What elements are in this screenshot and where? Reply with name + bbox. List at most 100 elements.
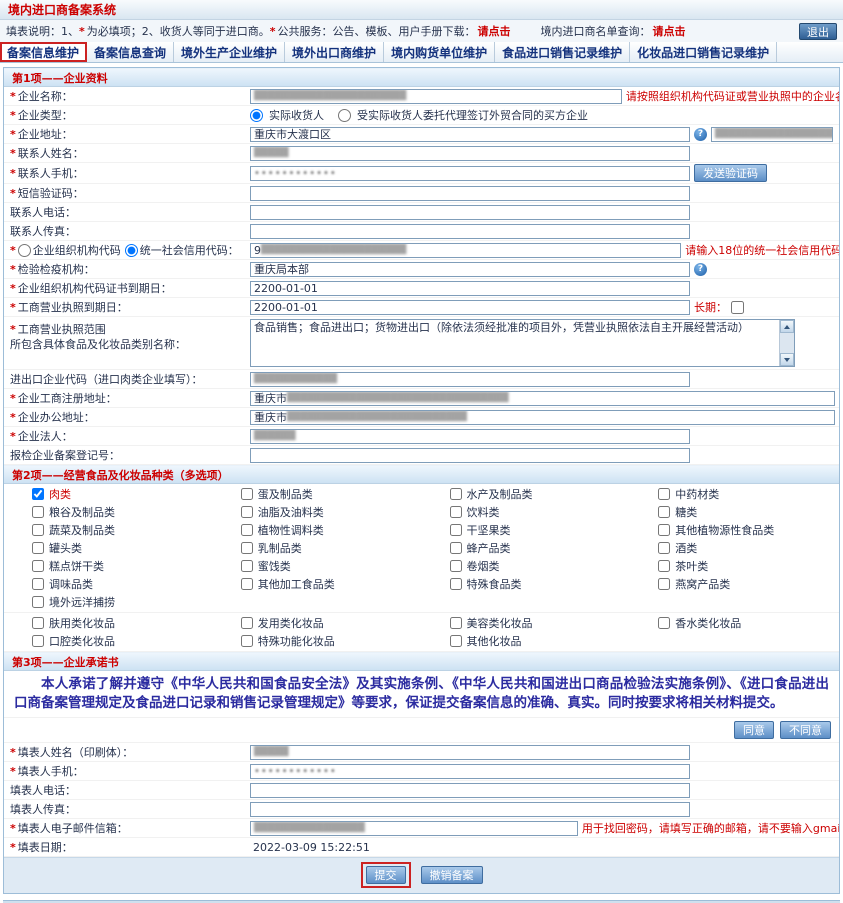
filing-reg-no-input[interactable] (250, 448, 690, 463)
cosmetic-category-item[interactable]: 特殊功能化妆品 (213, 632, 422, 650)
category-checkbox[interactable] (32, 578, 44, 590)
submit-button[interactable]: 提交 (366, 866, 406, 884)
category-checkbox[interactable] (658, 488, 670, 500)
food-category-item[interactable]: 蔬菜及制品类 (4, 521, 213, 539)
food-category-item[interactable]: 粮谷及制品类 (4, 503, 213, 521)
send-sms-code-button[interactable]: 发送验证码 (694, 164, 767, 182)
contact-phone-input[interactable] (250, 205, 690, 220)
disagree-button[interactable]: 不同意 (780, 721, 831, 739)
food-category-item[interactable]: 干坚果类 (422, 521, 631, 539)
category-checkbox[interactable] (450, 635, 462, 647)
category-checkbox[interactable] (450, 617, 462, 629)
category-checkbox[interactable] (241, 488, 253, 500)
office-address-input[interactable]: 重庆市██████████████████████████ (250, 410, 835, 425)
tab-item[interactable]: 境内购货单位维护 (384, 42, 495, 62)
category-checkbox[interactable] (32, 488, 44, 500)
contact-fax-input[interactable] (250, 224, 690, 239)
category-checkbox[interactable] (658, 560, 670, 572)
agree-button[interactable]: 同意 (734, 721, 774, 739)
category-checkbox[interactable] (241, 560, 253, 572)
cosmetic-category-item[interactable]: 香水类化妆品 (630, 614, 839, 632)
category-checkbox[interactable] (241, 578, 253, 590)
food-category-item[interactable]: 其他加工食品类 (213, 575, 422, 593)
contact-mobile-input[interactable]: •••••••••••• (250, 166, 690, 181)
category-checkbox[interactable] (32, 560, 44, 572)
food-category-item[interactable]: 其他植物源性食品类 (630, 521, 839, 539)
category-checkbox[interactable] (658, 506, 670, 518)
food-category-item[interactable]: 植物性调料类 (213, 521, 422, 539)
category-checkbox[interactable] (658, 542, 670, 554)
actual-consignee-radio[interactable] (250, 109, 263, 122)
category-checkbox[interactable] (241, 524, 253, 536)
food-category-item[interactable]: 油脂及油料类 (213, 503, 422, 521)
tab-item[interactable]: 备案信息查询 (87, 42, 174, 62)
category-checkbox[interactable] (241, 506, 253, 518)
category-checkbox[interactable] (241, 542, 253, 554)
category-checkbox[interactable] (658, 578, 670, 590)
food-category-item[interactable]: 乳制品类 (213, 539, 422, 557)
food-category-item[interactable]: 糖类 (630, 503, 839, 521)
food-category-item[interactable]: 水产及制品类 (422, 485, 631, 503)
category-checkbox[interactable] (241, 617, 253, 629)
food-category-item[interactable]: 燕窝产品类 (630, 575, 839, 593)
tab-item[interactable]: 化妆品进口销售记录维护 (630, 42, 777, 62)
scroll-up-icon[interactable] (780, 320, 794, 333)
logout-button[interactable]: 退出 (799, 23, 837, 40)
tab-item[interactable]: 食品进口销售记录维护 (495, 42, 630, 62)
category-checkbox[interactable] (32, 617, 44, 629)
food-category-item[interactable]: 饮料类 (422, 503, 631, 521)
food-category-item[interactable]: 蜂产品类 (422, 539, 631, 557)
license-scope-textarea[interactable]: 食品销售；食品进出口；货物进出口（除依法须经批准的项目外，凭营业执照依法自主开展… (250, 319, 795, 367)
filler-phone-input[interactable] (250, 783, 690, 798)
category-checkbox[interactable] (241, 635, 253, 647)
food-category-item[interactable]: 调味品类 (4, 575, 213, 593)
food-category-item[interactable]: 茶叶类 (630, 557, 839, 575)
category-checkbox[interactable] (450, 488, 462, 500)
food-category-item[interactable]: 蛋及制品类 (213, 485, 422, 503)
tab-item[interactable]: 备案信息维护 (0, 42, 87, 62)
food-category-item[interactable]: 卷烟类 (422, 557, 631, 575)
help-icon[interactable]: ? (694, 263, 707, 276)
tab-item[interactable]: 境外生产企业维护 (174, 42, 285, 62)
name-query-click-link[interactable]: 请点击 (653, 23, 686, 39)
ciq-org-input[interactable]: 重庆局本部 (250, 262, 690, 277)
food-category-item[interactable]: 中药材类 (630, 485, 839, 503)
filler-fax-input[interactable] (250, 802, 690, 817)
license-expiry-input[interactable]: 2200-01-01 (250, 300, 690, 315)
food-category-item[interactable]: 酒类 (630, 539, 839, 557)
company-name-input[interactable]: ██████████████████████ (250, 89, 622, 104)
food-category-item[interactable]: 蜜饯类 (213, 557, 422, 575)
category-checkbox[interactable] (32, 542, 44, 554)
org-code-radio[interactable] (18, 244, 31, 257)
category-checkbox[interactable] (450, 524, 462, 536)
contact-name-input[interactable]: █████ (250, 146, 690, 161)
cosmetic-category-item[interactable]: 其他化妆品 (422, 632, 631, 650)
cosmetic-category-item[interactable]: 美容类化妆品 (422, 614, 631, 632)
food-category-item[interactable]: 境外远洋捕捞 (4, 593, 213, 611)
tab-item[interactable]: 境外出口商维护 (285, 42, 384, 62)
help-icon[interactable]: ? (694, 128, 707, 141)
company-address-region-input[interactable]: 重庆市大渡口区 (250, 127, 690, 142)
reg-address-input[interactable]: 重庆市████████████████████████████████ (250, 391, 835, 406)
org-code-expiry-input[interactable]: 2200-01-01 (250, 281, 690, 296)
food-category-item[interactable]: 糕点饼干类 (4, 557, 213, 575)
scrollbar-track[interactable] (780, 333, 794, 353)
category-checkbox[interactable] (32, 506, 44, 518)
category-checkbox[interactable] (450, 542, 462, 554)
legal-person-input[interactable]: ██████ (250, 429, 690, 444)
category-checkbox[interactable] (658, 617, 670, 629)
category-checkbox[interactable] (658, 524, 670, 536)
filler-email-input[interactable]: ████████████████ (250, 821, 578, 836)
public-service-click-link[interactable]: 请点击 (478, 23, 511, 39)
category-checkbox[interactable] (32, 524, 44, 536)
credit-code-radio[interactable] (125, 244, 138, 257)
cancel-filing-button[interactable]: 撤销备案 (421, 866, 483, 884)
category-checkbox[interactable] (450, 578, 462, 590)
entrusted-buyer-radio[interactable] (338, 109, 351, 122)
company-address-detail-input[interactable]: ██████████████████████████████████ (711, 127, 833, 142)
scrollbar[interactable] (779, 320, 794, 366)
category-checkbox[interactable] (32, 596, 44, 608)
cosmetic-category-item[interactable]: 肤用类化妆品 (4, 614, 213, 632)
food-category-item[interactable]: 肉类 (4, 485, 213, 503)
filler-name-input[interactable]: █████ (250, 745, 690, 760)
